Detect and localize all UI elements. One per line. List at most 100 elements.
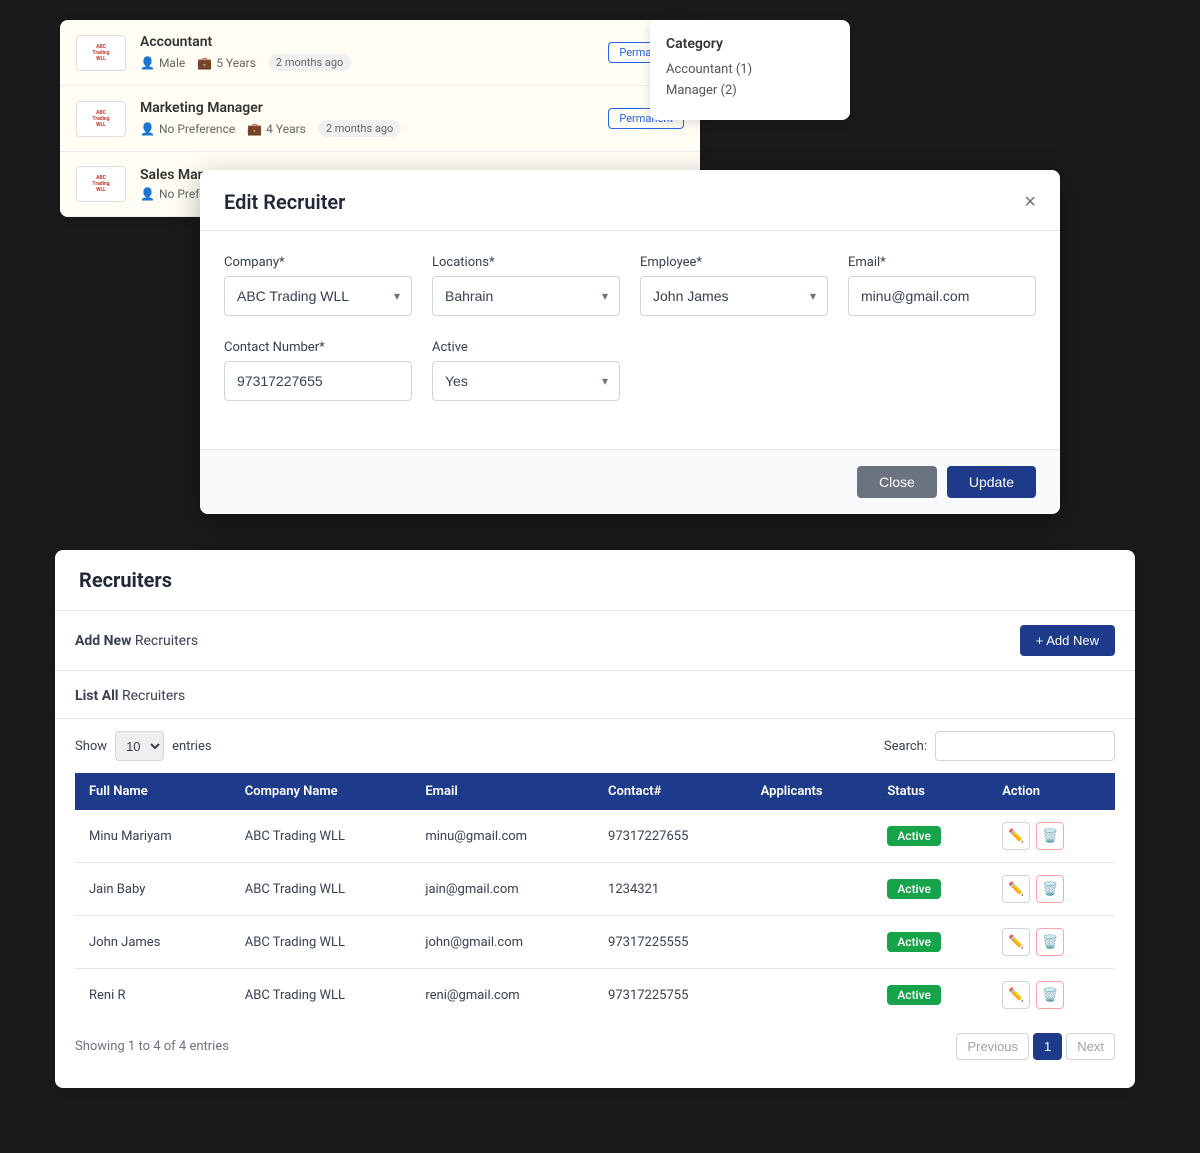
company-label: Company*	[224, 255, 412, 270]
add-new-suffix: Recruiters	[135, 633, 198, 649]
cell-contact: 97317227655	[594, 810, 747, 863]
add-new-button[interactable]: + Add New	[1020, 625, 1115, 656]
add-new-text: Add New Recruiters	[75, 633, 198, 649]
cell-full-name: Jain Baby	[75, 863, 231, 916]
cell-action: ✏️ 🗑️	[988, 810, 1115, 863]
delete-button[interactable]: 🗑️	[1036, 981, 1064, 1009]
category-item-manager: Manager (2)	[666, 83, 834, 98]
delete-button[interactable]: 🗑️	[1036, 928, 1064, 956]
job-info-2: Marketing Manager 👤 No Preference 💼 4 Ye…	[140, 100, 608, 137]
cell-status: Active	[873, 863, 988, 916]
previous-button[interactable]: Previous	[956, 1033, 1029, 1060]
experience-meta-2: 💼 4 Years	[247, 122, 306, 136]
update-button[interactable]: Update	[947, 466, 1036, 498]
edit-button[interactable]: ✏️	[1002, 928, 1030, 956]
job-meta: 👤 Male 💼 5 Years 2 months ago	[140, 54, 608, 71]
gender-value: Male	[159, 56, 185, 70]
contact-input[interactable]	[224, 361, 412, 401]
cell-email: jain@gmail.com	[411, 863, 594, 916]
table-row: Minu Mariyam ABC Trading WLL minu@gmail.…	[75, 810, 1115, 863]
gender-meta-2: 👤 No Preference	[140, 122, 235, 136]
active-label: Active	[432, 340, 620, 355]
cell-action: ✏️ 🗑️	[988, 863, 1115, 916]
job-info: Accountant 👤 Male 💼 5 Years 2 months ago	[140, 34, 608, 71]
experience-value: 5 Years	[216, 56, 256, 70]
employee-select-wrapper: John James	[640, 276, 828, 316]
edit-button[interactable]: ✏️	[1002, 981, 1030, 1009]
col-applicants: Applicants	[747, 773, 874, 810]
gender-meta: 👤 Male	[140, 56, 185, 70]
search-input[interactable]	[935, 731, 1115, 761]
email-field-group: Email*	[848, 255, 1036, 316]
cell-contact: 1234321	[594, 863, 747, 916]
cell-contact: 97317225555	[594, 916, 747, 969]
recruiters-section: Recruiters Add New Recruiters + Add New …	[55, 550, 1135, 1088]
cell-full-name: Reni R	[75, 969, 231, 1022]
email-label: Email*	[848, 255, 1036, 270]
col-action: Action	[988, 773, 1115, 810]
time-badge: 2 months ago	[268, 54, 351, 71]
active-select[interactable]: Yes	[432, 361, 620, 401]
table-body: Minu Mariyam ABC Trading WLL minu@gmail.…	[75, 810, 1115, 1021]
modal-title: Edit Recruiter	[224, 190, 345, 214]
action-buttons: ✏️ 🗑️	[1002, 981, 1101, 1009]
delete-button[interactable]: 🗑️	[1036, 875, 1064, 903]
cell-email: reni@gmail.com	[411, 969, 594, 1022]
job-title-2: Marketing Manager	[140, 100, 608, 116]
add-new-bar: Add New Recruiters + Add New	[55, 611, 1135, 671]
col-email: Email	[411, 773, 594, 810]
table-row: Jain Baby ABC Trading WLL jain@gmail.com…	[75, 863, 1115, 916]
edit-button[interactable]: ✏️	[1002, 875, 1030, 903]
category-title: Category	[666, 36, 834, 52]
cell-status: Active	[873, 969, 988, 1022]
page-1-button[interactable]: 1	[1033, 1033, 1062, 1060]
delete-button[interactable]: 🗑️	[1036, 822, 1064, 850]
table-footer: Showing 1 to 4 of 4 entries Previous 1 N…	[55, 1021, 1135, 1072]
contact-label: Contact Number*	[224, 340, 412, 355]
employee-label: Employee*	[640, 255, 828, 270]
status-badge: Active	[887, 985, 941, 1005]
job-logo: ABCTradingWLL	[76, 35, 126, 71]
table-controls: Show 10 entries Search:	[55, 719, 1135, 773]
modal-close-button[interactable]: ×	[1024, 192, 1036, 212]
close-button[interactable]: Close	[857, 466, 937, 498]
entries-select[interactable]: 10	[115, 731, 164, 761]
section-title: Recruiters	[79, 568, 1111, 592]
time-badge-2: 2 months ago	[318, 120, 401, 137]
experience-meta: 💼 5 Years	[197, 56, 256, 70]
list-prefix: List All	[75, 688, 119, 704]
status-badge: Active	[887, 932, 941, 952]
job-item-accountant: ABCTradingWLL Accountant 👤 Male 💼 5 Year…	[60, 20, 700, 86]
modal-body: Company* ABC Trading WLL Locations* Bahr…	[200, 231, 1060, 449]
table-row: John James ABC Trading WLL john@gmail.co…	[75, 916, 1115, 969]
job-logo-2: ABCTradingWLL	[76, 101, 126, 137]
col-contact: Contact#	[594, 773, 747, 810]
person-icon-2: 👤	[140, 122, 155, 136]
edit-button[interactable]: ✏️	[1002, 822, 1030, 850]
action-buttons: ✏️ 🗑️	[1002, 875, 1101, 903]
company-select[interactable]: ABC Trading WLL	[224, 276, 412, 316]
contact-field-group: Contact Number*	[224, 340, 412, 401]
form-row-2: Contact Number* Active Yes	[224, 340, 1036, 401]
spacer-1	[640, 340, 828, 401]
locations-select[interactable]: Bahrain	[432, 276, 620, 316]
company-select-wrapper: ABC Trading WLL	[224, 276, 412, 316]
email-input[interactable]	[848, 276, 1036, 316]
cell-contact: 97317225755	[594, 969, 747, 1022]
cell-applicants	[747, 969, 874, 1022]
cell-email: john@gmail.com	[411, 916, 594, 969]
section-header: Recruiters	[55, 550, 1135, 611]
showing-text: Showing 1 to 4 of 4 entries	[75, 1039, 229, 1054]
table-header-row: Full Name Company Name Email Contact# Ap…	[75, 773, 1115, 810]
col-full-name: Full Name	[75, 773, 231, 810]
job-logo-3: ABCTradingWLL	[76, 166, 126, 202]
company-field-group: Company* ABC Trading WLL	[224, 255, 412, 316]
show-label: Show	[75, 739, 107, 754]
locations-field-group: Locations* Bahrain	[432, 255, 620, 316]
employee-select[interactable]: John James	[640, 276, 828, 316]
cell-company: ABC Trading WLL	[231, 969, 412, 1022]
person-icon-3: 👤	[140, 187, 155, 201]
next-button[interactable]: Next	[1066, 1033, 1115, 1060]
experience-value-2: 4 Years	[266, 122, 306, 136]
active-field-group: Active Yes	[432, 340, 620, 401]
